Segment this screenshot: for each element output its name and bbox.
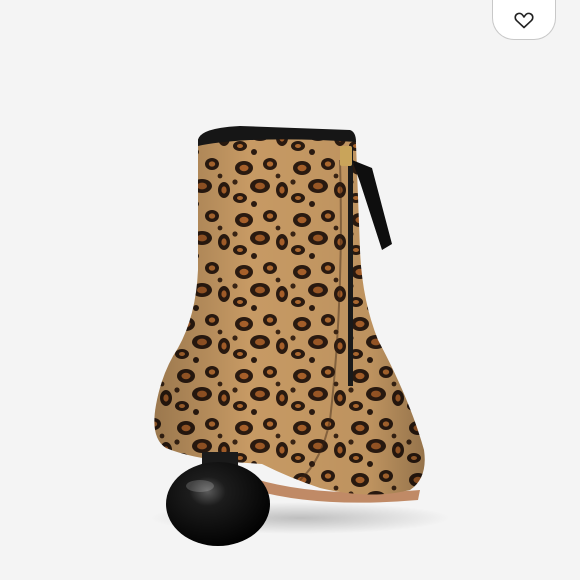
zipper-track (348, 146, 353, 386)
heart-icon (513, 10, 535, 30)
zipper-slider (340, 146, 352, 166)
sphere-heel (166, 462, 270, 546)
product-image (150, 126, 450, 546)
like-button[interactable] (492, 0, 556, 40)
product-viewer (0, 0, 580, 580)
